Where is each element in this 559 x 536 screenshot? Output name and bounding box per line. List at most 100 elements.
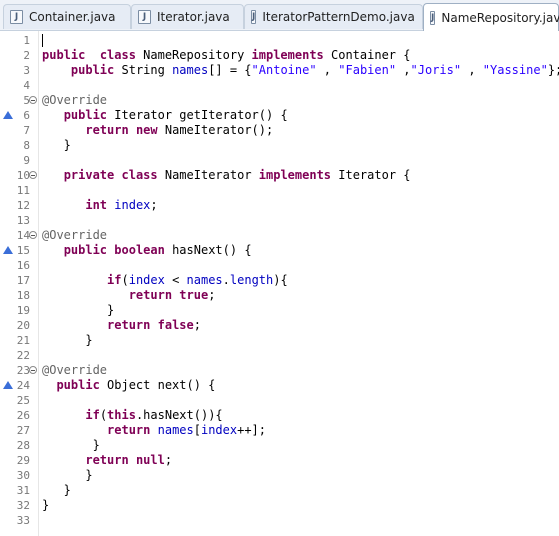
code-token: "Yassine" <box>482 63 548 77</box>
code-token: if <box>107 273 122 287</box>
code-line[interactable]: 9 <box>0 153 559 168</box>
code-line[interactable]: 3 public String names[] = {"Antoine" , "… <box>0 63 559 78</box>
code-token: }; <box>547 63 559 77</box>
code-token: NameRepository <box>135 48 252 62</box>
code-token: Iterator getIterator() { <box>107 108 288 122</box>
override-marker-icon[interactable] <box>3 381 13 389</box>
code-line[interactable]: 11 <box>0 183 559 198</box>
code-token: false <box>157 318 194 332</box>
fold-toggle-icon[interactable] <box>29 231 37 239</box>
override-marker-icon[interactable] <box>3 111 13 119</box>
code-line[interactable]: 25 <box>0 393 559 408</box>
code-line[interactable]: 26 if(this.hasNext()){ <box>0 408 559 423</box>
code-line[interactable]: 7 return new NameIterator(); <box>0 123 559 138</box>
code-line[interactable]: 23 @Override <box>0 363 559 378</box>
code-line[interactable]: 29 return null; <box>0 453 559 468</box>
tab-iterator-java[interactable]: J Iterator.java <box>131 4 244 29</box>
line-number: 22 <box>16 349 30 362</box>
code-token: if <box>85 408 100 422</box>
code-token: ){ <box>273 273 288 287</box>
override-marker-icon[interactable] <box>3 246 13 254</box>
tab-iteratorpatterndemo-java[interactable]: J IteratorPatternDemo.java <box>244 4 423 29</box>
code-line[interactable]: 30 } <box>0 468 559 483</box>
code-line[interactable]: 13 <box>0 213 559 228</box>
fold-toggle-icon[interactable] <box>29 366 37 374</box>
code-token: } <box>42 303 115 317</box>
line-number: 12 <box>16 199 30 212</box>
line-number: 33 <box>16 514 30 527</box>
code-token: } <box>42 333 93 347</box>
code-token: ; <box>208 288 216 302</box>
line-number: 25 <box>16 394 30 407</box>
code-line[interactable]: 12 int index; <box>0 198 559 213</box>
code-line[interactable]: 2 public class NameRepository implements … <box>0 48 559 63</box>
code-text: public String names[] = {"Antoine" , "Fa… <box>42 63 559 78</box>
code-line[interactable]: 18 return true; <box>0 288 559 303</box>
code-line[interactable]: 27 return names[index++]; <box>0 423 559 438</box>
code-line[interactable]: 8 } <box>0 138 559 153</box>
code-token: return <box>107 318 151 332</box>
tab-label: IteratorPatternDemo.java <box>262 10 415 24</box>
code-token: . <box>222 273 230 287</box>
code-line[interactable]: 4 <box>0 78 559 93</box>
code-token: } <box>42 138 71 152</box>
fold-toggle-icon[interactable] <box>29 96 37 104</box>
code-line[interactable]: 17 if(index < names.length){ <box>0 273 559 288</box>
java-file-icon: J <box>138 10 151 24</box>
code-text: private class NameIterator implements It… <box>42 168 411 183</box>
code-text: } <box>42 438 100 453</box>
code-line[interactable]: 33 <box>0 513 559 528</box>
code-line[interactable]: 14 @Override <box>0 228 559 243</box>
code-token: , <box>316 63 339 77</box>
tab-label: NameRepository.java <box>441 10 559 25</box>
code-line[interactable]: 32} <box>0 498 559 513</box>
code-token: implements <box>258 168 332 182</box>
code-text: } <box>42 303 114 318</box>
code-line[interactable]: 6 public Iterator getIterator() { <box>0 108 559 123</box>
code-token: @Override <box>42 93 108 107</box>
code-token: , <box>396 63 411 77</box>
line-number: 18 <box>16 289 30 302</box>
editor-tab-bar: J Container.java J Iterator.java J Itera… <box>0 0 559 31</box>
line-number: 13 <box>16 214 30 227</box>
line-number: 8 <box>23 139 30 152</box>
tab-namerepository-java[interactable]: J NameRepository.java <box>423 3 559 31</box>
code-token: } <box>42 468 93 482</box>
line-number: 2 <box>23 49 30 62</box>
line-number: 1 <box>23 34 30 47</box>
code-line[interactable]: 31 } <box>0 483 559 498</box>
line-number: 16 <box>16 259 30 272</box>
code-token: Iterator { <box>331 168 411 182</box>
code-token: } <box>42 498 50 512</box>
code-token: public <box>56 378 100 392</box>
code-line[interactable]: 21 } <box>0 333 559 348</box>
code-line[interactable]: 16 <box>0 258 559 273</box>
code-token: index <box>128 273 165 287</box>
code-line[interactable]: 5 @Override <box>0 93 559 108</box>
code-line[interactable]: 24 public Object next() { <box>0 378 559 393</box>
code-token: .hasNext()){ <box>135 408 223 422</box>
code-token: new <box>135 123 158 137</box>
code-line[interactable]: 20 return false; <box>0 318 559 333</box>
code-token: } <box>42 438 100 452</box>
code-line[interactable]: 22 <box>0 348 559 363</box>
code-line[interactable]: 10 private class NameIterator implements… <box>0 168 559 183</box>
code-line[interactable]: 1 <box>0 33 559 48</box>
code-line[interactable]: 15 public boolean hasNext() { <box>0 243 559 258</box>
code-token: return <box>128 288 173 302</box>
code-line[interactable]: 28 } <box>0 438 559 453</box>
tab-container-java[interactable]: J Container.java <box>3 4 131 29</box>
code-line[interactable]: 19 } <box>0 303 559 318</box>
fold-toggle-icon[interactable] <box>29 171 37 179</box>
line-number: 32 <box>16 499 30 512</box>
text-cursor <box>42 34 43 47</box>
java-file-icon: J <box>430 10 436 25</box>
